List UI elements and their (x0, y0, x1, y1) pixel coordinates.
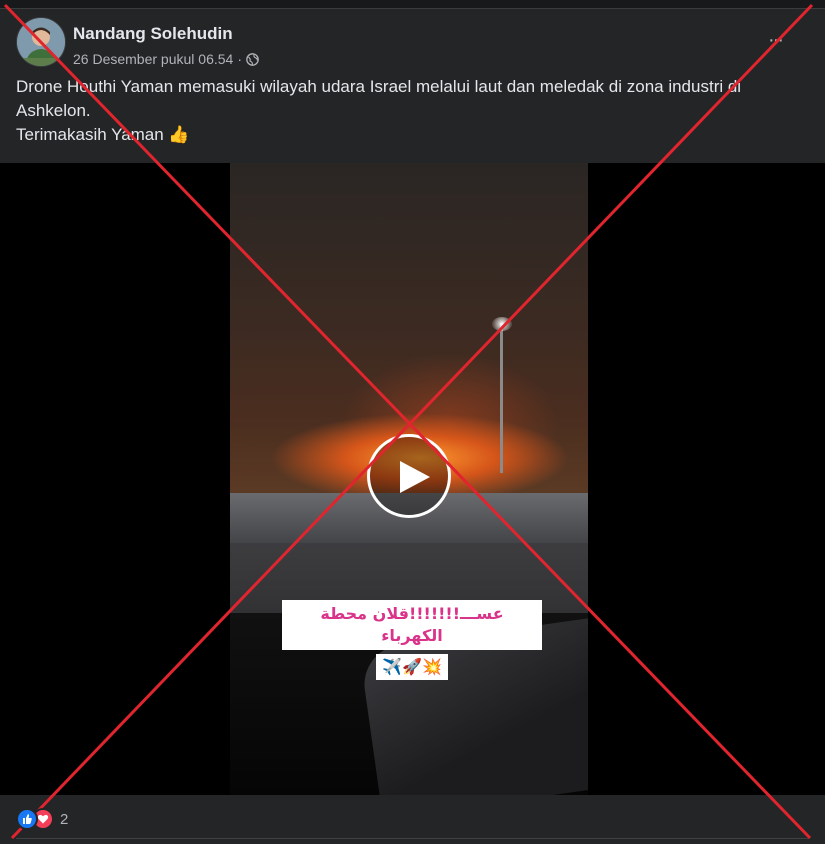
play-button[interactable] (367, 434, 451, 518)
reaction-count[interactable]: 2 (60, 811, 68, 828)
avatar-image (17, 18, 65, 66)
overlay-emoji: ✈️🚀💥 (376, 654, 448, 680)
post-caption: Drone Houthi Yaman memasuki wilayah udar… (16, 75, 796, 147)
post-header: Nandang Solehudin 26 Desember pukul 06.5… (16, 17, 816, 67)
video-frame[interactable]: عســـ!!!!!!!قلان محطة الكهرباء ✈️🚀💥 (230, 163, 588, 795)
play-icon (400, 461, 430, 493)
post-meta: 26 Desember pukul 06.54 · (73, 51, 259, 67)
caption-line-1: Drone Houthi Yaman memasuki wilayah udar… (16, 77, 742, 120)
meta-separator: · (237, 51, 242, 67)
reactions-bar[interactable]: 2 (16, 806, 68, 832)
street-lamp (500, 323, 503, 473)
globe-icon[interactable] (246, 52, 259, 66)
overlay-arabic-text: عســـ!!!!!!!قلان محطة الكهرباء (282, 600, 542, 650)
like-icon (16, 808, 38, 830)
author-avatar[interactable] (16, 17, 66, 67)
lamp-light (492, 317, 512, 331)
video-container[interactable]: عســـ!!!!!!!قلان محطة الكهرباء ✈️🚀💥 (0, 163, 825, 795)
post-timestamp[interactable]: 26 Desember pukul 06.54 (73, 51, 233, 67)
footer-divider (16, 838, 809, 839)
facebook-post: Nandang Solehudin 26 Desember pukul 06.5… (0, 8, 825, 844)
author-name[interactable]: Nandang Solehudin (73, 24, 233, 44)
caption-line-2: Terimakasih Yaman 👍 (16, 125, 190, 144)
more-dots-icon[interactable]: ··· (760, 25, 790, 55)
video-overlay-caption: عســـ!!!!!!!قلان محطة الكهرباء ✈️🚀💥 (282, 600, 542, 680)
